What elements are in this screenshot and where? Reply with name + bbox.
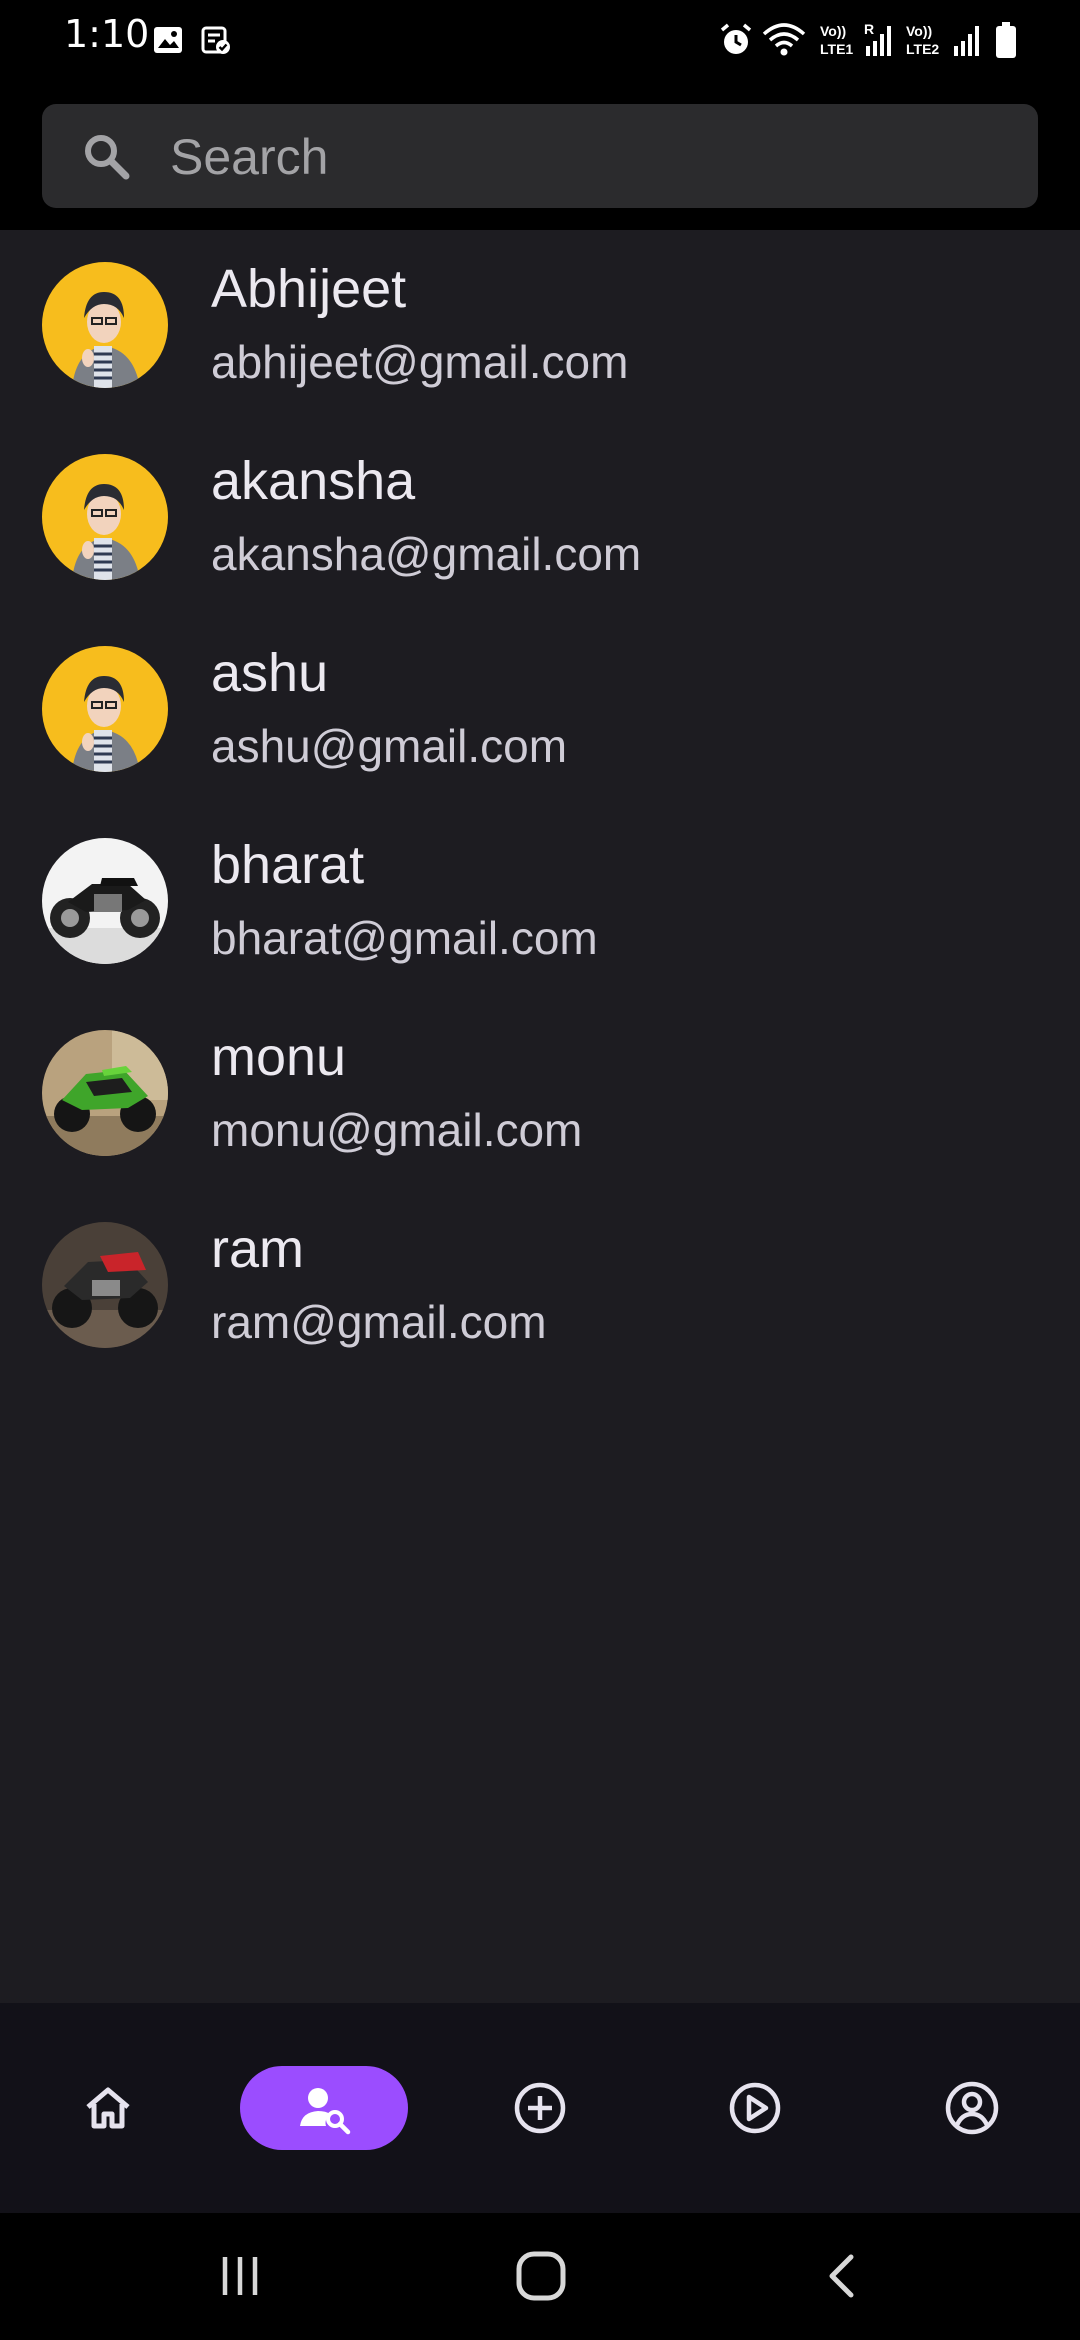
list-item-ashu[interactable]: ashu ashu@gmail.com xyxy=(0,614,1080,806)
list-item-bharat[interactable]: bharat bharat@gmail.com xyxy=(0,806,1080,998)
list-item-akansha[interactable]: akansha akansha@gmail.com xyxy=(0,422,1080,614)
anime-character-avatar-icon xyxy=(42,454,168,580)
user-name: monu xyxy=(211,1027,347,1087)
status-time: 1:10 xyxy=(64,12,150,56)
recent-apps-button[interactable] xyxy=(200,2241,280,2311)
bottom-navigation xyxy=(0,2003,1080,2213)
avatar xyxy=(42,1222,168,1348)
system-navigation-bar xyxy=(0,2213,1080,2340)
svg-text:Vo)): Vo)) xyxy=(906,23,932,39)
user-email: ram@gmail.com xyxy=(211,1296,547,1348)
svg-text:Vo)): Vo)) xyxy=(820,23,846,39)
red-motorcycle-photo-icon xyxy=(42,1222,168,1348)
alarm-icon xyxy=(718,22,754,63)
play-circle-icon xyxy=(729,2082,781,2134)
back-icon xyxy=(829,2254,854,2298)
green-motorcycle-photo-icon xyxy=(42,1030,168,1156)
svg-text:R: R xyxy=(864,21,874,37)
gallery-icon xyxy=(152,24,184,61)
user-email: monu@gmail.com xyxy=(211,1104,583,1156)
user-email: abhijeet@gmail.com xyxy=(211,336,629,388)
nav-add[interactable] xyxy=(498,2066,582,2150)
search-bar[interactable] xyxy=(42,104,1038,208)
user-list: Abhijeet abhijeet@gmail.com akansha akan… xyxy=(0,230,1080,2003)
home-button[interactable] xyxy=(501,2241,581,2311)
avatar xyxy=(42,1030,168,1156)
avatar xyxy=(42,262,168,388)
user-email: bharat@gmail.com xyxy=(211,912,598,964)
user-search-icon xyxy=(300,2088,351,2135)
svg-text:LTE1: LTE1 xyxy=(820,41,853,57)
list-item-abhijeet[interactable]: Abhijeet abhijeet@gmail.com xyxy=(0,230,1080,422)
search-input[interactable] xyxy=(168,118,1012,196)
recent-apps-icon xyxy=(222,2257,258,2295)
user-name: ashu xyxy=(211,643,329,703)
user-name: akansha xyxy=(211,451,416,511)
list-item-monu[interactable]: monu monu@gmail.com xyxy=(0,998,1080,1190)
anime-character-avatar-icon xyxy=(42,646,168,772)
search-header xyxy=(0,80,1080,230)
status-bar: 1:10 Vo)) LTE1 R Vo)) LTE2 xyxy=(0,0,1080,80)
account-circle-icon xyxy=(945,2081,999,2135)
user-email: ashu@gmail.com xyxy=(211,720,568,772)
home-button-icon xyxy=(516,2251,566,2301)
nav-reels[interactable] xyxy=(713,2066,797,2150)
lte1-signal-icon: Vo)) LTE1 R xyxy=(818,20,902,65)
home-icon xyxy=(86,2087,130,2129)
nav-home[interactable] xyxy=(66,2066,150,2150)
search-icon xyxy=(80,130,132,182)
list-item-ram[interactable]: ram ram@gmail.com xyxy=(0,1190,1080,1382)
nav-profile[interactable] xyxy=(930,2066,1014,2150)
svg-text:LTE2: LTE2 xyxy=(906,41,939,57)
lte2-signal-icon: Vo)) LTE2 xyxy=(904,20,988,65)
user-name: ram xyxy=(211,1219,304,1279)
user-email: akansha@gmail.com xyxy=(211,528,642,580)
nav-search-users[interactable] xyxy=(240,2066,408,2150)
avatar xyxy=(42,646,168,772)
add-circle-icon xyxy=(514,2082,566,2134)
anime-character-avatar-icon xyxy=(42,262,168,388)
black-motorcycle-photo-icon xyxy=(42,838,168,964)
wifi-icon xyxy=(762,22,806,63)
user-name: bharat xyxy=(211,835,365,895)
battery-icon xyxy=(994,20,1018,65)
back-button[interactable] xyxy=(803,2241,883,2311)
avatar xyxy=(42,454,168,580)
user-name: Abhijeet xyxy=(211,259,407,319)
avatar xyxy=(42,838,168,964)
task-icon xyxy=(200,24,232,61)
